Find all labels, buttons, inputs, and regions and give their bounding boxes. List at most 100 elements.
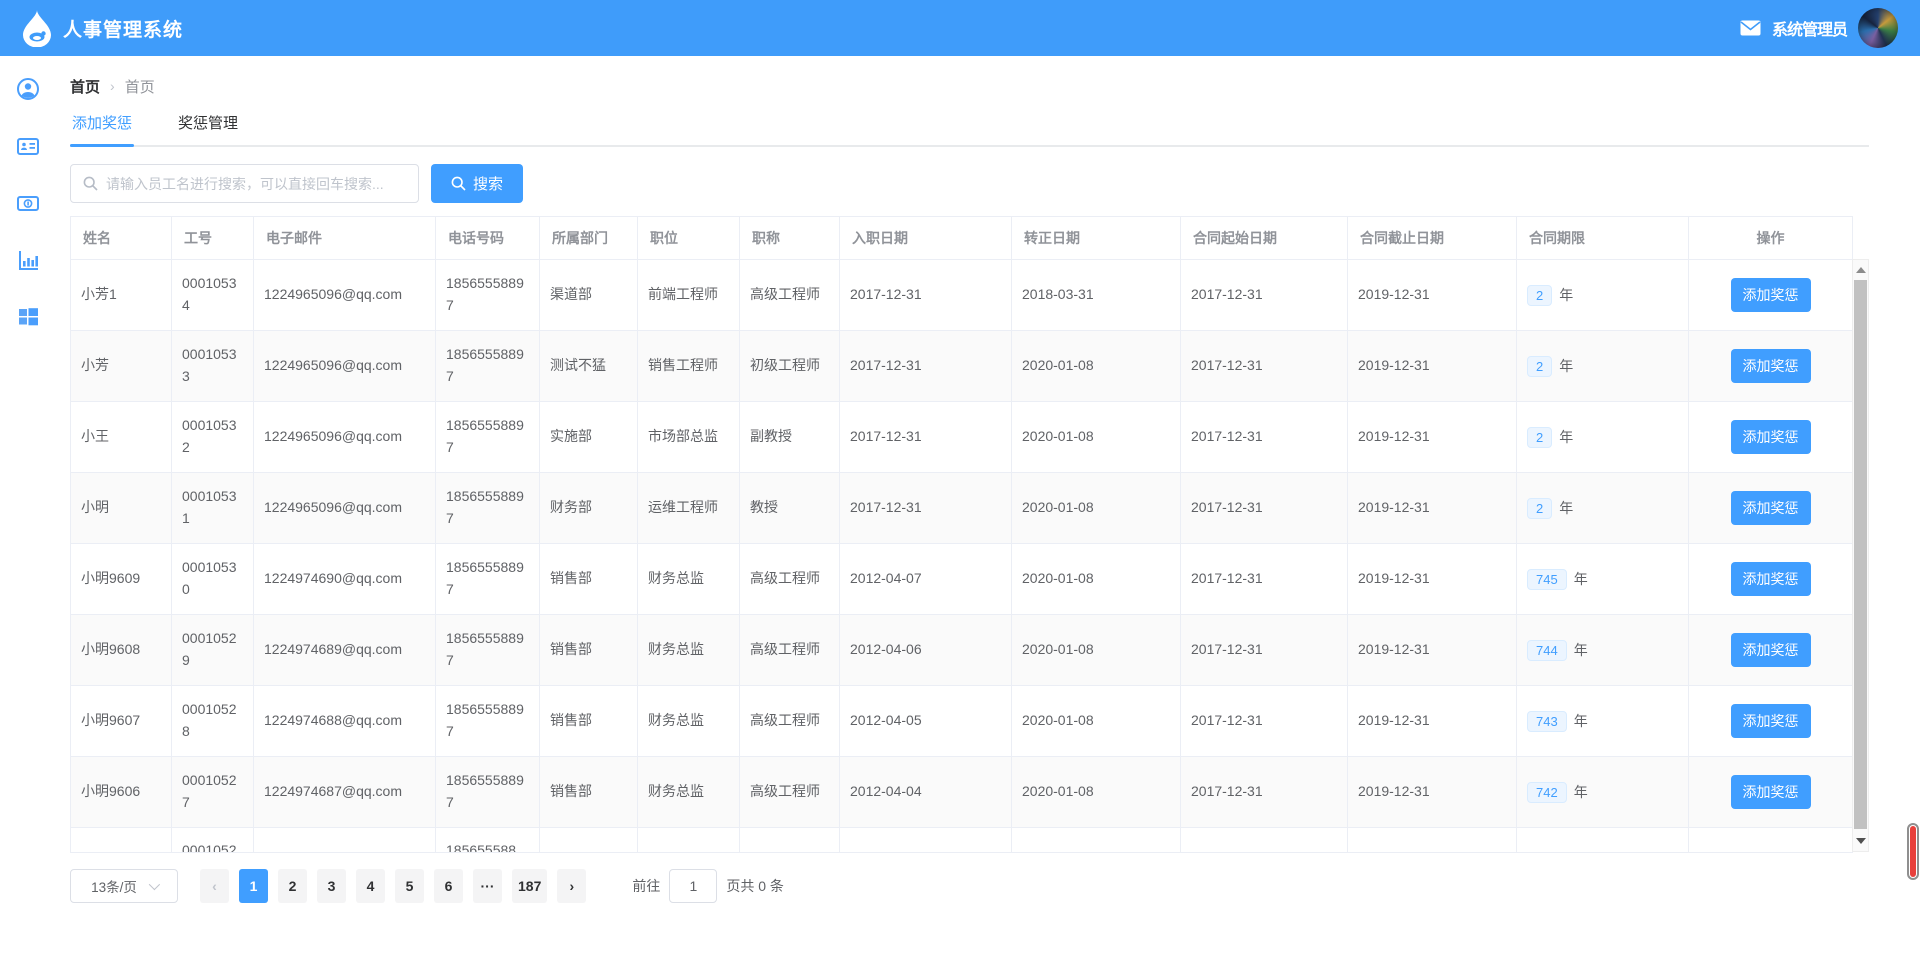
page-ellipsis-button[interactable]: ···	[473, 869, 502, 903]
cell-job_title: 教授	[740, 473, 840, 544]
breadcrumb-home[interactable]: 首页	[70, 76, 100, 97]
page-button-4[interactable]: 4	[356, 869, 385, 903]
duration-tag: 2	[1527, 285, 1552, 306]
breadcrumb-separator-icon: ›	[110, 78, 115, 94]
column-header: 转正日期	[1012, 217, 1181, 260]
duration-unit: 年	[1559, 287, 1573, 303]
tab-add-reward[interactable]: 添加奖惩	[70, 106, 134, 145]
page-button-5[interactable]: 5	[395, 869, 424, 903]
tab-reward-management[interactable]: 奖惩管理	[176, 106, 240, 145]
page-button-3[interactable]: 3	[317, 869, 346, 903]
cell-email: 1224965096@qq.com	[254, 402, 436, 473]
table-row: 小明9606000105271224974687@qq.com185655588…	[71, 757, 1853, 828]
table-body: 小芳1000105341224965096@qq.com18565558897渠…	[71, 260, 1853, 853]
page-size-select[interactable]: 13条/页	[70, 869, 178, 903]
sidebar-item-user-icon[interactable]	[16, 77, 40, 101]
page-button-187[interactable]: 187	[512, 869, 547, 903]
column-header: 操作	[1689, 217, 1853, 260]
cell-action: 添加奖惩	[1689, 473, 1853, 544]
add-reward-button[interactable]: 添加奖惩	[1731, 562, 1811, 596]
page-button-2[interactable]: 2	[278, 869, 307, 903]
cell-job_title: 高级工程师	[740, 615, 840, 686]
cell-phone: 18565558897	[436, 331, 540, 402]
cell-contract_end: 2019-12-31	[1348, 757, 1517, 828]
goto-page-input[interactable]	[669, 869, 717, 903]
cell-job_title: 初级工程师	[740, 331, 840, 402]
cell-emp_id: 00010531	[172, 473, 254, 544]
cell-duration: 745年	[1517, 544, 1689, 615]
cell-partial	[254, 828, 436, 853]
search-button[interactable]: 搜索	[431, 164, 523, 203]
add-reward-button[interactable]: 添加奖惩	[1731, 633, 1811, 667]
table-row: 小明9609000105301224974690@qq.com185655588…	[71, 544, 1853, 615]
page-scroll-thumb[interactable]	[1910, 826, 1916, 877]
page-scroll-indicator[interactable]	[1907, 823, 1919, 880]
prev-page-button[interactable]: ‹	[200, 869, 229, 903]
mail-icon[interactable]	[1740, 20, 1761, 36]
add-reward-button[interactable]: 添加奖惩	[1731, 278, 1811, 312]
cell-action: 添加奖惩	[1689, 757, 1853, 828]
user-name[interactable]: 系统管理员	[1772, 16, 1847, 40]
cell-job_title: 高级工程师	[740, 757, 840, 828]
column-header: 入职日期	[840, 217, 1012, 260]
search-icon	[83, 176, 98, 191]
cell-email: 1224974687@qq.com	[254, 757, 436, 828]
table-scrollbar[interactable]	[1852, 259, 1869, 852]
cell-contract_start: 2017-12-31	[1181, 331, 1348, 402]
total-label: 页共 0 条	[726, 876, 784, 896]
scrollbar-thumb[interactable]	[1854, 280, 1867, 829]
tab-bar: 添加奖惩 奖惩管理	[70, 106, 1869, 147]
drop-logo-icon	[20, 9, 54, 47]
cell-hire_date: 2017-12-31	[840, 260, 1012, 331]
add-reward-button[interactable]: 添加奖惩	[1731, 349, 1811, 383]
sidebar-item-money-icon[interactable]	[16, 191, 40, 215]
duration-tag: 2	[1527, 356, 1552, 377]
add-reward-button[interactable]: 添加奖惩	[1731, 775, 1811, 809]
add-reward-button[interactable]: 添加奖惩	[1731, 420, 1811, 454]
cell-hire_date: 2017-12-31	[840, 331, 1012, 402]
sidebar-item-chart-icon[interactable]	[16, 248, 40, 272]
table-header: 姓名工号电子邮件电话号码所属部门职位职称入职日期转正日期合同起始日期合同截止日期…	[71, 217, 1853, 260]
cell-contract_end: 2019-12-31	[1348, 686, 1517, 757]
page-button-1[interactable]: 1	[239, 869, 268, 903]
cell-name: 小明9608	[71, 615, 172, 686]
duration-tag: 742	[1527, 782, 1567, 803]
cell-contract_start: 2017-12-31	[1181, 757, 1348, 828]
cell-job_title: 高级工程师	[740, 260, 840, 331]
search-box[interactable]	[70, 164, 419, 203]
cell-regular_date: 2020-01-08	[1012, 402, 1181, 473]
cell-job_title: 高级工程师	[740, 544, 840, 615]
cell-contract_start: 2017-12-31	[1181, 260, 1348, 331]
table-row: 小芳1000105341224965096@qq.com18565558897渠…	[71, 260, 1853, 331]
add-reward-button[interactable]: 添加奖惩	[1731, 704, 1811, 738]
cell-contract_end: 2019-12-31	[1348, 402, 1517, 473]
table-row: 小芳000105331224965096@qq.com18565558897测试…	[71, 331, 1853, 402]
cell-phone: 18565558897	[436, 757, 540, 828]
scrollbar-up-icon[interactable]	[1853, 262, 1868, 278]
page-size-value: 13条/页	[91, 876, 137, 896]
cell-contract_start: 2017-12-31	[1181, 615, 1348, 686]
scrollbar-down-icon[interactable]	[1853, 833, 1868, 849]
page-button-6[interactable]: 6	[434, 869, 463, 903]
add-reward-button[interactable]: 添加奖惩	[1731, 491, 1811, 525]
sidebar-item-idcard-icon[interactable]	[16, 134, 40, 158]
column-header: 合同截止日期	[1348, 217, 1517, 260]
cell-contract_end: 2019-12-31	[1348, 615, 1517, 686]
pagination: 13条/页 ‹ 123456···187› 前往 页共 0 条	[70, 869, 1869, 903]
cell-hire_date: 2012-04-04	[840, 757, 1012, 828]
cell-dept: 销售部	[540, 686, 638, 757]
cell-name: 小王	[71, 402, 172, 473]
search-input[interactable]	[106, 176, 406, 192]
duration-unit: 年	[1559, 358, 1573, 374]
duration-tag: 2	[1527, 427, 1552, 448]
avatar[interactable]	[1858, 8, 1898, 48]
next-page-button[interactable]: ›	[557, 869, 586, 903]
duration-unit: 年	[1574, 642, 1588, 658]
cell-contract_start: 2017-12-31	[1181, 686, 1348, 757]
cell-regular_date: 2020-01-08	[1012, 473, 1181, 544]
table-row: 小明9607000105281224974688@qq.com185655588…	[71, 686, 1853, 757]
sidebar-item-grid-icon[interactable]	[16, 305, 40, 329]
cell-emp_id: 00010529	[172, 615, 254, 686]
cell-job_title: 高级工程师	[740, 686, 840, 757]
duration-unit: 年	[1559, 429, 1573, 445]
